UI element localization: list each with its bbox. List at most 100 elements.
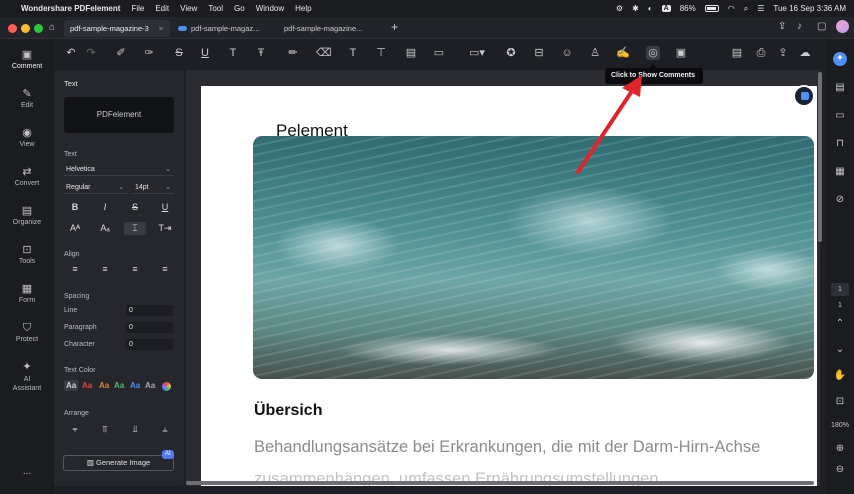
attachment-icon[interactable]: ⊟ (532, 46, 546, 60)
menu-tool[interactable]: Tool (208, 4, 223, 13)
font-style-select[interactable]: Regular ⌄ (63, 181, 127, 194)
paperclip-icon[interactable]: ⊘ (833, 193, 847, 207)
document-canvas[interactable]: Pelement Übersich Behandlungsansätze bei… (186, 70, 820, 486)
clock[interactable]: Tue 16 Sep 3:36 AM (773, 4, 846, 13)
save-icon[interactable]: ▤ (730, 46, 744, 60)
font-size-select[interactable]: 14pt ⌄ (132, 181, 174, 194)
page-number-input[interactable]: 1 (831, 283, 849, 296)
stamp-tool-icon[interactable]: ♙ (588, 46, 602, 60)
pencil-icon[interactable]: ✏ (286, 46, 300, 60)
attachments-panel-icon[interactable]: ▦ (833, 165, 847, 179)
note-icon[interactable]: ▤ (404, 46, 418, 60)
playback-icon[interactable]: ◐ (648, 4, 653, 13)
underline-button[interactable]: U (154, 201, 176, 214)
area-highlight-icon[interactable]: ✑ (142, 46, 156, 60)
show-comments-icon[interactable]: ◎ (646, 46, 660, 60)
color-swatch-green[interactable]: Aa (114, 381, 124, 390)
text-cursor-icon[interactable]: ⌶ (124, 222, 146, 235)
text-direction-icon[interactable]: T⇥ (154, 222, 176, 235)
hand-tool-icon[interactable]: ✋ (833, 369, 847, 383)
align-right-icon[interactable]: ≡ (124, 263, 146, 276)
avatar[interactable] (836, 20, 849, 33)
menu-view[interactable]: View (180, 4, 197, 13)
align-center-icon[interactable]: ≡ (94, 263, 116, 276)
thumbnails-icon[interactable]: ▤ (833, 81, 847, 95)
zoom-in-icon[interactable]: ⊕ (833, 442, 847, 456)
print-icon[interactable]: ⎙ (754, 46, 768, 60)
window-minimize-button[interactable] (21, 24, 30, 33)
bring-forward-icon[interactable]: ⫪ (94, 423, 116, 436)
generate-image-button[interactable]: ▨ Generate Image (63, 455, 174, 471)
nav-organize[interactable]: ▤ Organize (0, 205, 54, 226)
bring-to-front-icon[interactable]: ⫧ (64, 423, 86, 436)
upload-icon[interactable]: ⇪ (778, 21, 786, 32)
tab-pdf-sample-magaz[interactable]: pdf-sample-magaz... (172, 20, 276, 37)
bookmark-icon[interactable]: ⊓ (833, 137, 847, 151)
color-swatch-blue[interactable]: Aa (130, 381, 140, 390)
underline-icon[interactable]: U (198, 46, 212, 60)
nav-comment[interactable]: ▣ Comment (0, 49, 54, 70)
comment-list-icon[interactable]: ▣ (674, 46, 688, 60)
sticker-icon[interactable]: ☺ (560, 46, 574, 60)
input-source-indicator[interactable]: A (661, 5, 671, 12)
horizontal-scrollbar[interactable] (186, 481, 814, 485)
control-center-icon[interactable]: ☰ (757, 4, 764, 13)
page-up-icon[interactable]: ⌃ (833, 317, 847, 331)
nav-form[interactable]: ▦ Form (0, 283, 54, 304)
fit-page-icon[interactable]: ⊡ (833, 395, 847, 409)
callout-icon[interactable]: ▭ (432, 46, 446, 60)
strikethrough-button[interactable]: S (124, 201, 146, 214)
menu-file[interactable]: File (131, 4, 144, 13)
nav-view[interactable]: ◉ View (0, 127, 54, 148)
text-icon[interactable]: T (226, 46, 240, 60)
nav-convert[interactable]: ⇄ Convert (0, 166, 54, 187)
app-name[interactable]: Wondershare PDFelement (21, 4, 120, 13)
align-left-icon[interactable]: ≡ (64, 263, 86, 276)
nav-ai-assistant[interactable]: ✦ AI Assistant (0, 361, 54, 393)
shape-dropdown-icon[interactable]: ▭▾ (466, 46, 488, 60)
comments-panel-icon[interactable]: ▭ (833, 109, 847, 123)
window-zoom-button[interactable] (34, 24, 43, 33)
color-swatch-gray[interactable]: Aa (64, 380, 79, 391)
close-icon[interactable]: × (159, 24, 163, 33)
tab-pdf-sample-magazine[interactable]: pdf-sample-magazine... (278, 20, 386, 37)
text-box-icon[interactable]: T (346, 46, 360, 60)
bold-button[interactable]: B (64, 201, 86, 214)
typewriter-icon[interactable]: ⊤ (374, 46, 388, 60)
bell-icon[interactable]: ♪ (797, 21, 802, 32)
superscript-icon[interactable]: Aᴬ (64, 222, 86, 235)
tab-pdf-sample-magazine-3[interactable]: pdf-sample-magazine-3 × (64, 20, 170, 37)
subscript-icon[interactable]: Aₐ (94, 222, 116, 235)
italic-button[interactable]: I (94, 201, 116, 214)
section-heading[interactable]: Übersich (254, 402, 322, 420)
redo-icon[interactable]: ↷ (84, 46, 98, 60)
color-swatch-light[interactable]: Aa (145, 381, 155, 390)
eraser-icon[interactable]: ⌫ (316, 46, 332, 60)
character-spacing-input[interactable]: 0 (126, 339, 173, 350)
send-backward-icon[interactable]: ⫫ (124, 423, 146, 436)
ai-floating-button[interactable] (793, 85, 815, 107)
paragraph-spacing-input[interactable]: 0 (126, 322, 173, 333)
menu-go[interactable]: Go (234, 4, 245, 13)
stamp-icon[interactable]: ✪ (504, 46, 518, 60)
ai-sparkle-icon[interactable]: ✦ (833, 52, 847, 66)
pdf-page[interactable]: Pelement Übersich Behandlungsansätze bei… (201, 86, 817, 486)
color-picker-icon[interactable] (162, 382, 171, 391)
font-family-select[interactable]: Helvetica ⌄ (63, 163, 174, 176)
line-spacing-input[interactable]: 0 (126, 305, 173, 316)
window-close-button[interactable] (8, 24, 17, 33)
nav-tools[interactable]: ⊡ Tools (0, 244, 54, 265)
share-icon[interactable]: ⇪ (776, 46, 790, 60)
text-callout-icon[interactable]: Ŧ (254, 46, 268, 60)
menu-window[interactable]: Window (256, 4, 284, 13)
zoom-level[interactable]: 180% (826, 422, 854, 429)
battery-icon[interactable] (704, 5, 719, 12)
nav-edit[interactable]: ✎ Edit (0, 88, 54, 109)
wifi-icon[interactable]: ◠ (728, 4, 735, 13)
new-tab-button[interactable]: + (391, 20, 398, 34)
color-swatch-orange[interactable]: Aa (99, 381, 109, 390)
vertical-scrollbar[interactable] (818, 72, 822, 242)
color-swatch-red[interactable]: Aa (82, 381, 92, 390)
nav-protect[interactable]: ⛉ Protect (0, 322, 54, 343)
home-icon[interactable]: ⌂ (49, 22, 55, 33)
